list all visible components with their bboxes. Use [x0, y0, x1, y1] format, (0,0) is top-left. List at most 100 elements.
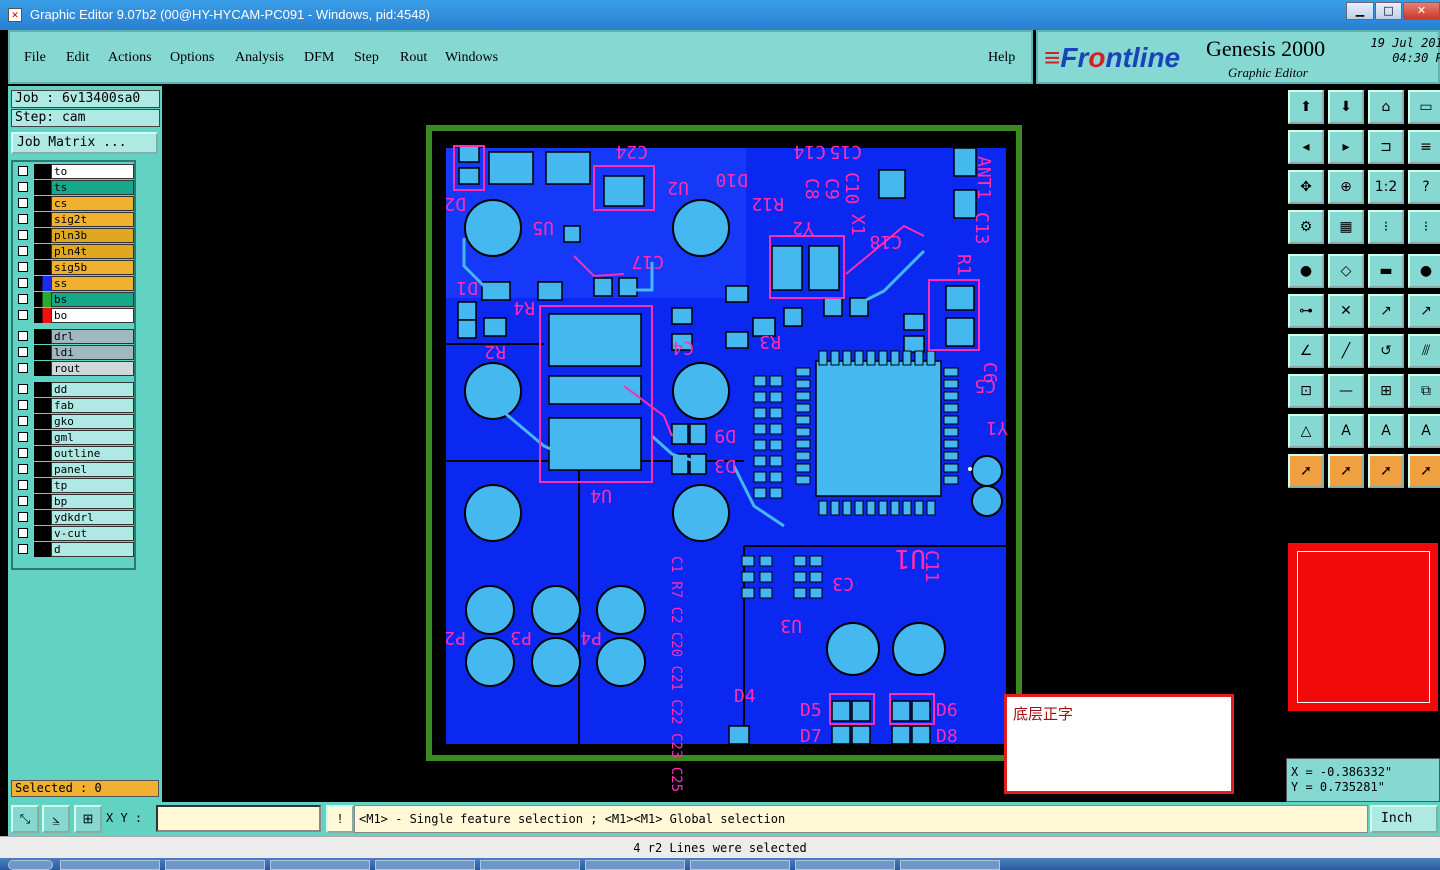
tool-button[interactable]: ⫻ [1408, 334, 1440, 368]
layer-name[interactable]: outline [51, 446, 134, 461]
tool-button[interactable]: ⌂ [1368, 90, 1404, 124]
tool-button[interactable]: ⁝ [1408, 210, 1440, 244]
layer-name[interactable]: bp [51, 494, 134, 509]
layer-name[interactable]: cs [51, 196, 134, 211]
layer-checkbox[interactable] [18, 432, 28, 442]
overview-map[interactable] [1287, 542, 1439, 712]
layer-row[interactable]: d [15, 542, 134, 557]
layer-name[interactable]: bo [51, 308, 134, 323]
layer-checkbox[interactable] [18, 544, 28, 554]
layer-row[interactable]: v-cut [15, 526, 134, 541]
unit-selector[interactable]: Inch [1370, 805, 1438, 833]
tool-button[interactable]: ? [1408, 170, 1440, 204]
layer-checkbox[interactable] [18, 464, 28, 474]
layer-checkbox[interactable] [18, 448, 28, 458]
layer-checkbox[interactable] [18, 214, 28, 224]
layer-name[interactable]: ts [51, 180, 134, 195]
layer-checkbox[interactable] [18, 480, 28, 490]
job-matrix-button[interactable]: Job Matrix ... [11, 132, 158, 154]
tool-button[interactable]: ● [1408, 254, 1440, 288]
layer-name[interactable]: v-cut [51, 526, 134, 541]
layer-name[interactable]: tp [51, 478, 134, 493]
tool-button[interactable]: ● [1288, 254, 1324, 288]
layer-row[interactable]: drl [15, 329, 134, 344]
layer-checkbox[interactable] [18, 230, 28, 240]
tool-button[interactable]: ⬇ [1328, 90, 1364, 124]
layer-checkbox[interactable] [18, 310, 28, 320]
layer-name[interactable]: pln4t [51, 244, 134, 259]
layer-row[interactable]: pln4t [15, 244, 134, 259]
tool-button[interactable]: A [1328, 414, 1364, 448]
tool-button[interactable]: ▬ [1368, 254, 1404, 288]
measure-button[interactable]: ⦥ [42, 805, 70, 833]
layer-row[interactable]: to [15, 164, 134, 179]
menu-help[interactable]: Help [988, 50, 1015, 66]
taskbar-item[interactable] [60, 860, 160, 870]
taskbar-item[interactable] [270, 860, 370, 870]
menu-rout[interactable]: Rout [400, 50, 427, 66]
layer-name[interactable]: bs [51, 292, 134, 307]
layer-checkbox[interactable] [18, 198, 28, 208]
menu-file[interactable]: File [24, 50, 46, 66]
taskbar-item[interactable] [585, 860, 685, 870]
layer-name[interactable]: gko [51, 414, 134, 429]
layer-name[interactable]: gml [51, 430, 134, 445]
layer-name[interactable]: rout [51, 361, 134, 376]
tool-button[interactable]: ⬆ [1288, 90, 1324, 124]
layer-row[interactable]: outline [15, 446, 134, 461]
menu-windows[interactable]: Windows [445, 50, 498, 66]
layer-name[interactable]: to [51, 164, 134, 179]
tool-button[interactable]: ⊐ [1368, 130, 1404, 164]
layer-row[interactable]: ydkdrl [15, 510, 134, 525]
layer-name[interactable]: panel [51, 462, 134, 477]
layer-checkbox[interactable] [18, 262, 28, 272]
layer-row[interactable]: panel [15, 462, 134, 477]
layer-row[interactable]: rout [15, 361, 134, 376]
warning-button[interactable]: ! [326, 805, 354, 833]
layer-row[interactable]: sig5b [15, 260, 134, 275]
tool-button[interactable]: ↺ [1368, 334, 1404, 368]
layer-checkbox[interactable] [18, 182, 28, 192]
tool-button[interactable]: ≡ [1408, 130, 1440, 164]
layer-name[interactable]: ss [51, 276, 134, 291]
layer-checkbox[interactable] [18, 400, 28, 410]
grid-button[interactable]: ⊞ [74, 805, 102, 833]
tool-button[interactable]: ╱ [1328, 334, 1364, 368]
taskbar-item[interactable] [375, 860, 475, 870]
layer-name[interactable]: sig5b [51, 260, 134, 275]
layer-checkbox[interactable] [18, 496, 28, 506]
tool-button[interactable]: ▸ [1328, 130, 1364, 164]
tool-button[interactable]: ➚ [1368, 454, 1404, 488]
minimize-button[interactable]: ▁ [1346, 2, 1374, 20]
tool-button[interactable]: ⊕ [1328, 170, 1364, 204]
menu-step[interactable]: Step [354, 50, 379, 66]
tool-button[interactable]: ➚ [1328, 454, 1364, 488]
close-button[interactable]: ✕ [1403, 2, 1440, 20]
tool-button[interactable]: 1:2 [1368, 170, 1404, 204]
layer-name[interactable]: d [51, 542, 134, 557]
tool-button[interactable]: ✕ [1328, 294, 1364, 328]
tool-button[interactable]: ↗ [1368, 294, 1404, 328]
layer-checkbox[interactable] [18, 246, 28, 256]
taskbar-item[interactable] [900, 860, 1000, 870]
layer-name[interactable]: dd [51, 382, 134, 397]
layer-name[interactable]: sig2t [51, 212, 134, 227]
layer-row[interactable]: ts [15, 180, 134, 195]
layer-row[interactable]: ss [15, 276, 134, 291]
tool-button[interactable]: ↗ [1408, 294, 1440, 328]
zoom-area-button[interactable]: ⤡ [11, 805, 39, 833]
layer-checkbox[interactable] [18, 166, 28, 176]
layer-checkbox[interactable] [18, 278, 28, 288]
tool-button[interactable]: ∠ [1288, 334, 1324, 368]
layer-row[interactable]: bp [15, 494, 134, 509]
layer-row[interactable]: sig2t [15, 212, 134, 227]
menu-actions[interactable]: Actions [108, 50, 152, 66]
menu-analysis[interactable]: Analysis [235, 50, 284, 66]
menu-dfm[interactable]: DFM [304, 50, 334, 66]
layer-row[interactable]: cs [15, 196, 134, 211]
layer-checkbox[interactable] [18, 528, 28, 538]
tool-button[interactable]: A [1408, 414, 1440, 448]
tool-button[interactable]: ⊶ [1288, 294, 1324, 328]
tool-button[interactable]: ⊡ [1288, 374, 1324, 408]
tool-button[interactable]: ⁝ [1368, 210, 1404, 244]
